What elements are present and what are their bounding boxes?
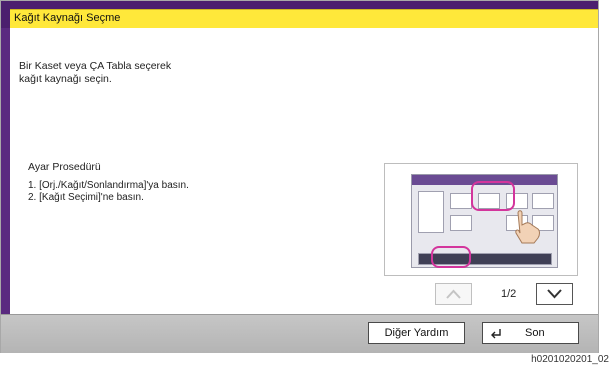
illustration-frame xyxy=(384,163,578,276)
procedure-step: 2. [Kağıt Seçimi]'ne basın. xyxy=(28,192,144,203)
title-bar: Kağıt Kaynağı Seçme xyxy=(1,1,598,28)
content-area: Bir Kaset veya ÇA Tabla seçerek kağıt ka… xyxy=(19,41,588,86)
panel-option-illustration xyxy=(532,193,554,209)
end-button[interactable]: Son xyxy=(482,322,579,344)
end-button-label: Son xyxy=(525,327,545,339)
panel-preview-illustration xyxy=(418,191,444,233)
chevron-down-icon xyxy=(547,289,562,299)
left-accent-bar xyxy=(1,28,10,314)
page-title: Kağıt Kaynağı Seçme xyxy=(14,12,121,24)
highlight-circle xyxy=(471,181,515,211)
page-indicator: 1/2 xyxy=(501,288,517,300)
page-down-button[interactable] xyxy=(536,283,573,305)
other-help-button[interactable]: Diğer Yardım xyxy=(368,322,465,344)
panel-option-illustration xyxy=(450,193,472,209)
return-icon xyxy=(491,329,501,339)
figure-code: h0201020201_02 xyxy=(531,354,609,365)
highlight-circle xyxy=(431,246,471,268)
panel-option-illustration xyxy=(450,215,472,231)
hand-pointer-icon xyxy=(515,210,540,244)
help-screen: Kağıt Kaynağı Seçme Bir Kaset veya ÇA Ta… xyxy=(0,0,599,353)
bottom-toolbar: Diğer Yardım Son xyxy=(1,314,598,353)
description-text: Bir Kaset veya ÇA Tabla seçerek kağıt ka… xyxy=(19,60,172,85)
chevron-up-icon xyxy=(446,289,461,299)
procedure-step: 1. [Orj./Kağıt/Sonlandırma]'ya basın. xyxy=(28,180,189,191)
procedure-title: Ayar Prosedürü xyxy=(28,161,101,173)
page-up-button[interactable] xyxy=(435,283,472,305)
procedure-steps: 1. [Orj./Kağıt/Sonlandırma]'ya basın. 2.… xyxy=(28,180,189,204)
title-strip: Kağıt Kaynağı Seçme xyxy=(10,9,598,28)
